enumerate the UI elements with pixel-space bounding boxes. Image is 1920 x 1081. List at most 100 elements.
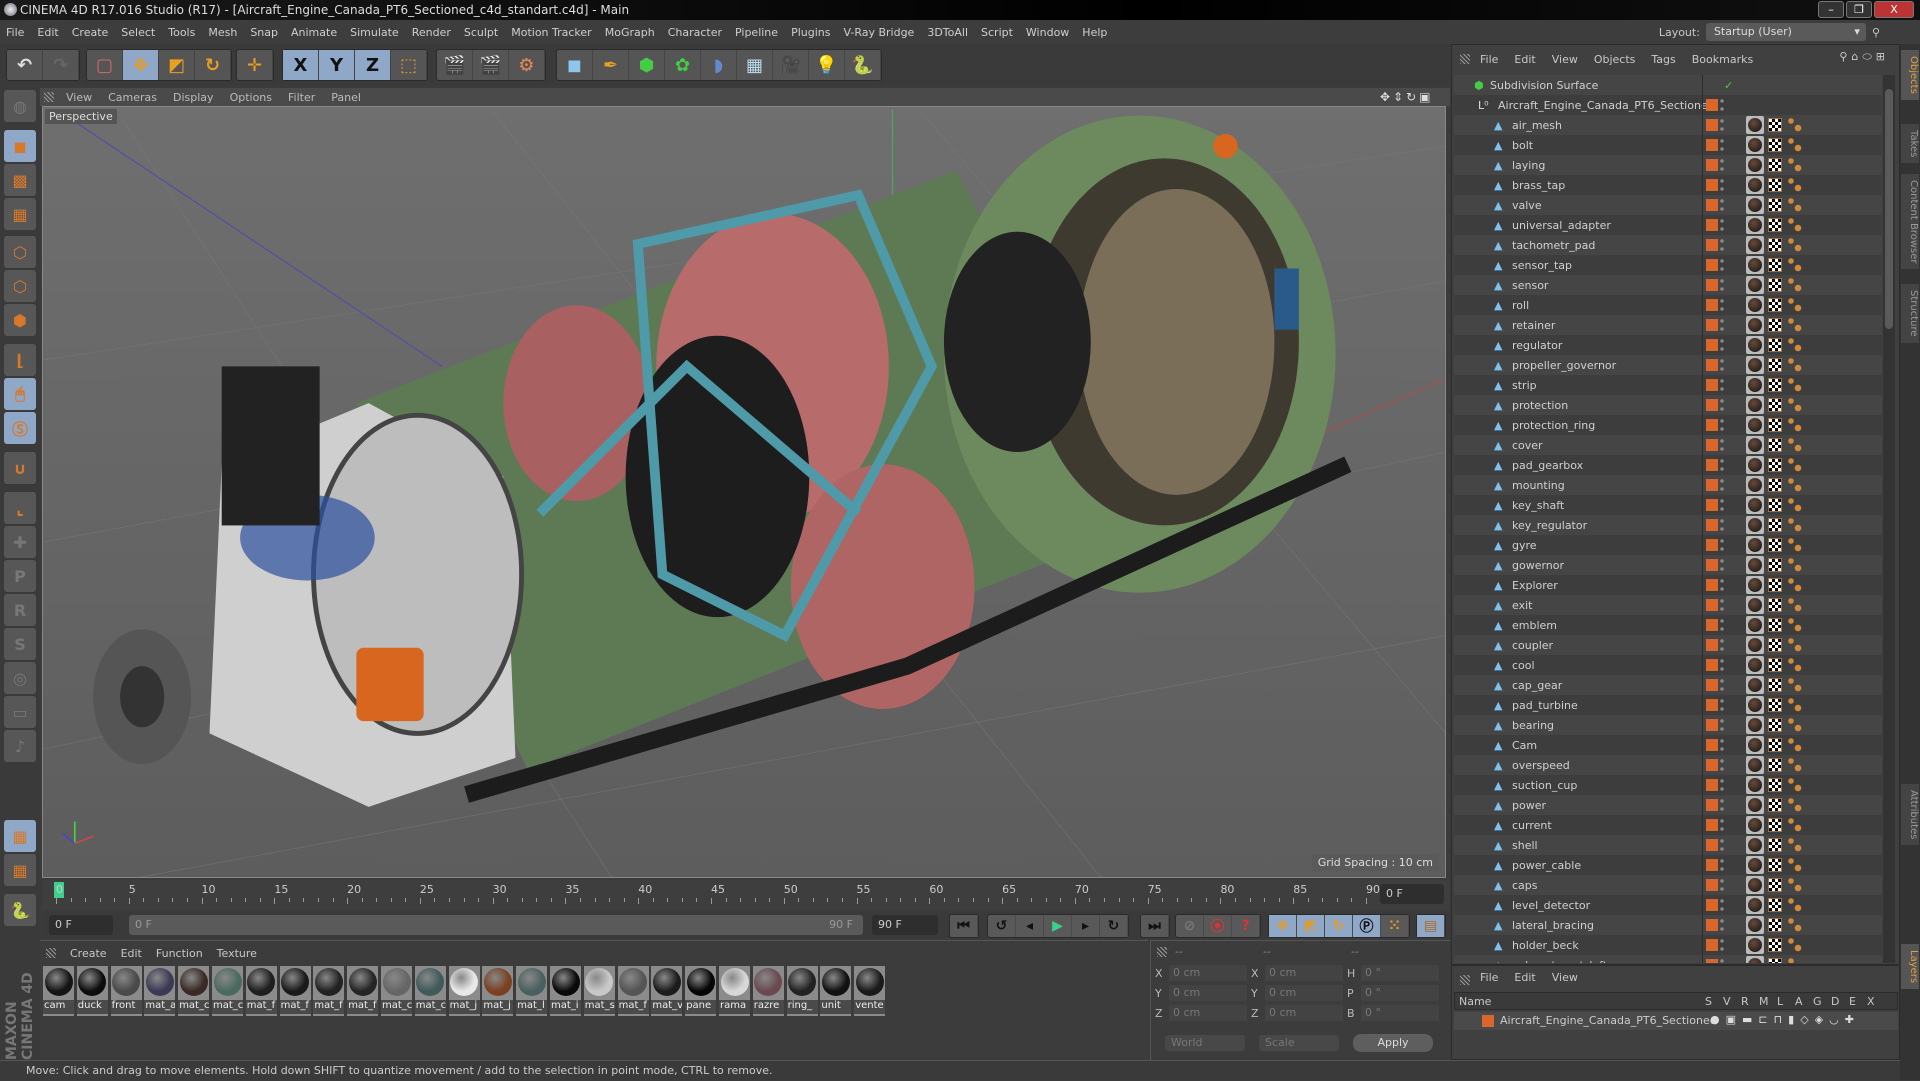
key-parameter-toggle[interactable]: Ⓟ <box>1353 915 1381 937</box>
camera-icon[interactable]: 🎥 <box>773 50 809 80</box>
object-list-scrollbar[interactable] <box>1883 75 1895 963</box>
phong-tag-icon[interactable] <box>1788 418 1802 432</box>
material-tag-icon[interactable] <box>1746 556 1764 574</box>
object-row[interactable]: ▲ overspeed <box>1454 755 1882 775</box>
phong-tag-icon[interactable] <box>1788 518 1802 532</box>
menu-3dtoall[interactable]: 3DToAll <box>927 26 968 39</box>
layer-color-icon[interactable] <box>1706 839 1718 851</box>
layer-color-icon[interactable] <box>1706 699 1718 711</box>
menu-simulate[interactable]: Simulate <box>350 26 399 39</box>
visibility-dots-icon[interactable] <box>1720 538 1724 552</box>
material-swatch[interactable]: mat_c <box>414 966 446 1016</box>
phong-tag-icon[interactable] <box>1788 538 1802 552</box>
material-menu-texture[interactable]: Texture <box>217 947 257 960</box>
material-tag-icon[interactable] <box>1746 236 1764 254</box>
uvw-tag-icon[interactable] <box>1768 778 1782 792</box>
go-to-start-button[interactable]: ⏮ <box>950 915 978 937</box>
phong-tag-icon[interactable] <box>1788 218 1802 232</box>
material-swatch[interactable]: mat_c <box>178 966 210 1016</box>
menu-animate[interactable]: Animate <box>291 26 337 39</box>
panel-grip-icon[interactable] <box>1157 947 1167 957</box>
uvw-tag-icon[interactable] <box>1768 898 1782 912</box>
layer-color-icon[interactable] <box>1706 139 1718 151</box>
layer-color-icon[interactable] <box>1706 959 1718 963</box>
material-swatch[interactable]: mat_f <box>617 966 649 1016</box>
uvw-tag-icon[interactable] <box>1768 418 1782 432</box>
visibility-dots-icon[interactable] <box>1720 398 1724 412</box>
menu-file[interactable]: File <box>6 26 24 39</box>
object-row[interactable]: ▲ key_regulator <box>1454 515 1882 535</box>
uvw-tag-icon[interactable] <box>1768 438 1782 452</box>
material-tag-icon[interactable] <box>1746 136 1764 154</box>
layer-color-icon[interactable] <box>1706 739 1718 751</box>
material-tag-icon[interactable] <box>1746 696 1764 714</box>
object-row[interactable]: ▲ roll <box>1454 295 1882 315</box>
object-row[interactable]: ▲ Explorer <box>1454 575 1882 595</box>
object-row[interactable]: ▲ cover <box>1454 435 1882 455</box>
material-tag-icon[interactable] <box>1746 376 1764 394</box>
panel-grip-icon[interactable] <box>44 92 54 102</box>
visibility-dots-icon[interactable] <box>1720 578 1724 592</box>
visibility-dots-icon[interactable] <box>1720 558 1724 572</box>
visibility-dots-icon[interactable] <box>1720 98 1724 112</box>
enable-axis-icon[interactable]: ⌊ <box>4 344 36 376</box>
object-row[interactable]: ▲ mounting <box>1454 475 1882 495</box>
key-parameter-icon[interactable]: ◎ <box>4 662 36 694</box>
visibility-dots-icon[interactable] <box>1720 798 1724 812</box>
phong-tag-icon[interactable] <box>1788 318 1802 332</box>
layer-color-icon[interactable] <box>1706 219 1718 231</box>
uvw-tag-icon[interactable] <box>1768 738 1782 752</box>
layer-color-icon[interactable] <box>1706 479 1718 491</box>
live-selection-tool[interactable]: ▢ <box>87 50 123 80</box>
menu-window[interactable]: Window <box>1026 26 1069 39</box>
layer-color-icon[interactable] <box>1706 339 1718 351</box>
object-row[interactable]: ▲ power <box>1454 795 1882 815</box>
menu-sculpt[interactable]: Sculpt <box>464 26 498 39</box>
material-swatch[interactable]: mat_f <box>313 966 345 1016</box>
key-rotation-icon[interactable]: R <box>4 594 36 626</box>
next-key-button[interactable]: ↻ <box>1100 915 1128 937</box>
menu-script[interactable]: Script <box>981 26 1013 39</box>
render-view-button[interactable]: 🎬 <box>437 50 473 80</box>
tab-takes[interactable]: Takes <box>1901 124 1919 164</box>
material-tag-icon[interactable] <box>1746 876 1764 894</box>
layer-color-icon[interactable] <box>1706 919 1718 931</box>
phong-tag-icon[interactable] <box>1788 918 1802 932</box>
menu-create[interactable]: Create <box>72 26 109 39</box>
phong-tag-icon[interactable] <box>1788 698 1802 712</box>
phong-tag-icon[interactable] <box>1788 118 1802 132</box>
material-swatch[interactable]: ring_ <box>786 966 818 1016</box>
start-frame-field[interactable]: 0 F <box>49 915 113 935</box>
uvw-tag-icon[interactable] <box>1768 278 1782 292</box>
object-row[interactable]: ▲ cool <box>1454 655 1882 675</box>
size-field[interactable]: 0 cm <box>1265 965 1343 981</box>
object-row[interactable]: ▲ power_cable <box>1454 855 1882 875</box>
visibility-dots-icon[interactable] <box>1720 278 1724 292</box>
phong-tag-icon[interactable] <box>1788 558 1802 572</box>
material-swatch[interactable]: mat_j <box>482 966 514 1016</box>
model-mode-icon[interactable]: ◼ <box>4 130 36 162</box>
layer-color-icon[interactable] <box>1706 599 1718 611</box>
object-row[interactable]: ▲ coupler <box>1454 635 1882 655</box>
cloner-icon[interactable]: ✿ <box>665 50 701 80</box>
uvw-tag-icon[interactable] <box>1768 798 1782 812</box>
menu-plugins[interactable]: Plugins <box>791 26 830 39</box>
uvw-tag-icon[interactable] <box>1768 618 1782 632</box>
object-row-group[interactable]: L⁰ Aircraft_Engine_Canada_PT6_Sectioned <box>1454 95 1882 115</box>
enabled-check-icon[interactable]: ✓ <box>1724 79 1733 92</box>
texture-mode-icon[interactable]: ▩ <box>4 164 36 196</box>
material-tag-icon[interactable] <box>1746 816 1764 834</box>
object-row[interactable]: ▲ protection <box>1454 395 1882 415</box>
phong-tag-icon[interactable] <box>1788 738 1802 752</box>
layer-name[interactable]: Aircraft_Engine_Canada_PT6_Sectioned <box>1500 1014 1717 1027</box>
tab-objects[interactable]: Objects <box>1901 50 1919 100</box>
material-swatch[interactable]: unit <box>820 966 852 1016</box>
material-menu-function[interactable]: Function <box>156 947 203 960</box>
object-row[interactable]: ▲ level_detector <box>1454 895 1882 915</box>
layer-menu-file[interactable]: File <box>1480 971 1498 984</box>
rotation-field[interactable]: 0 ° <box>1361 1005 1439 1021</box>
material-tag-icon[interactable] <box>1746 336 1764 354</box>
material-tag-icon[interactable] <box>1746 156 1764 174</box>
material-tag-icon[interactable] <box>1746 776 1764 794</box>
material-tag-icon[interactable] <box>1746 596 1764 614</box>
